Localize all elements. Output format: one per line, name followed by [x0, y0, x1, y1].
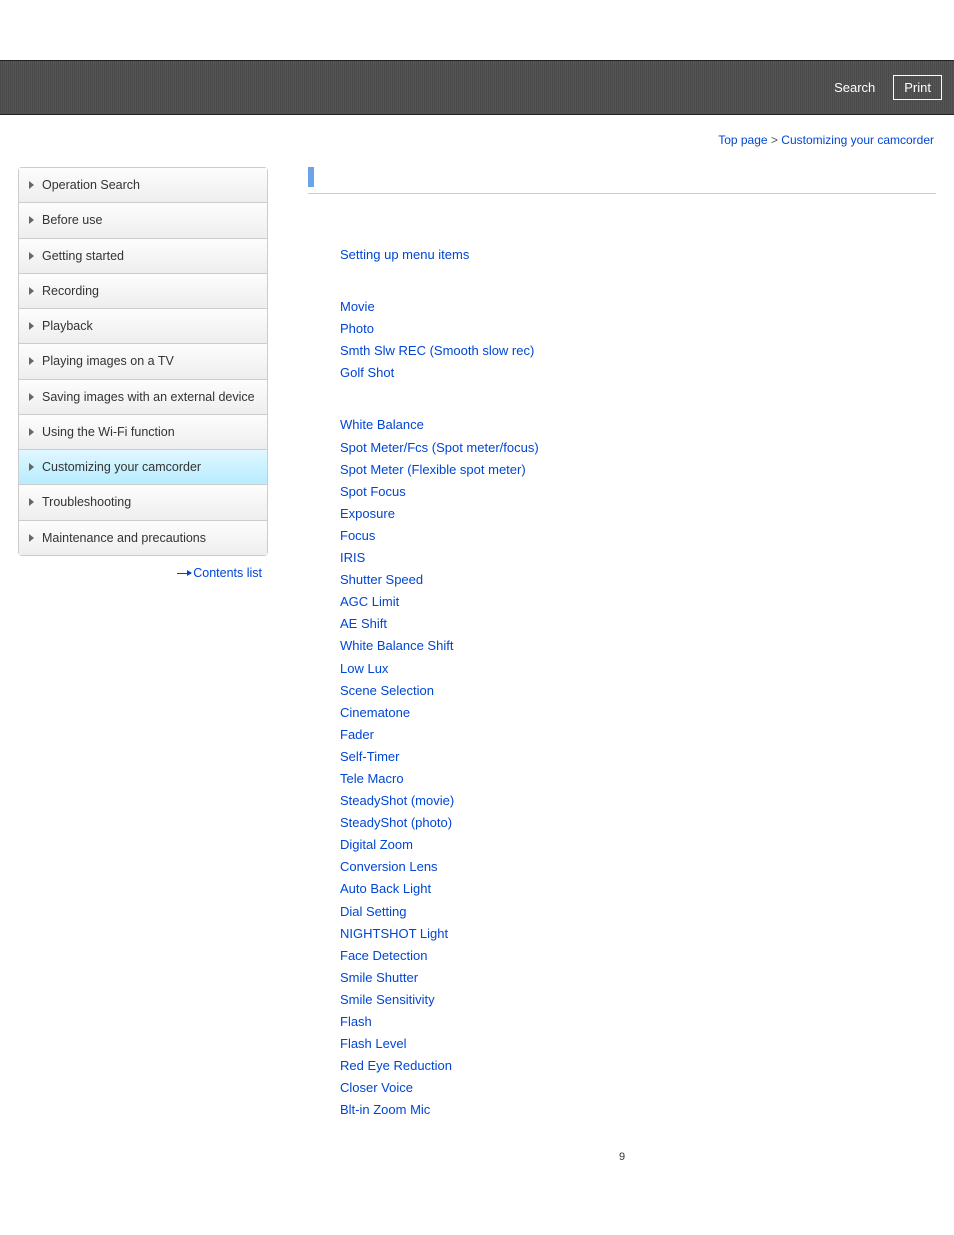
- group3-link-2[interactable]: Spot Meter (Flexible spot meter): [340, 459, 936, 481]
- group2-link-3[interactable]: Golf Shot: [340, 362, 936, 384]
- chevron-right-icon: [29, 534, 34, 542]
- sidebar-item-label: Operation Search: [42, 177, 140, 193]
- breadcrumb: Top page > Customizing your camcorder: [0, 115, 954, 167]
- chevron-right-icon: [29, 252, 34, 260]
- chevron-right-icon: [29, 216, 34, 224]
- group3-link-12[interactable]: Scene Selection: [340, 680, 936, 702]
- group3-link-30[interactable]: Closer Voice: [340, 1077, 936, 1099]
- search-button[interactable]: Search: [824, 76, 885, 99]
- sidebar-item-2[interactable]: Getting started: [19, 239, 267, 274]
- group3-link-13[interactable]: Cinematone: [340, 702, 936, 724]
- group3-link-31[interactable]: Blt-in Zoom Mic: [340, 1099, 936, 1121]
- sidebar-item-label: Getting started: [42, 248, 124, 264]
- sidebar-item-8[interactable]: Customizing your camcorder: [19, 450, 267, 485]
- chevron-right-icon: [29, 287, 34, 295]
- chevron-right-icon: [29, 463, 34, 471]
- group3-link-23[interactable]: NIGHTSHOT Light: [340, 923, 936, 945]
- group3-link-6[interactable]: IRIS: [340, 547, 936, 569]
- sidebar-item-label: Customizing your camcorder: [42, 459, 201, 475]
- group3-link-5[interactable]: Focus: [340, 525, 936, 547]
- link-group-3: White BalanceSpot Meter/Fcs (Spot meter/…: [340, 414, 936, 1121]
- group3-link-18[interactable]: SteadyShot (photo): [340, 812, 936, 834]
- group2-link-1[interactable]: Photo: [340, 318, 936, 340]
- page-number: 9: [308, 1151, 936, 1163]
- group3-link-1[interactable]: Spot Meter/Fcs (Spot meter/focus): [340, 437, 936, 459]
- group3-link-25[interactable]: Smile Shutter: [340, 967, 936, 989]
- chevron-right-icon: [29, 498, 34, 506]
- chevron-right-icon: [29, 428, 34, 436]
- sidebar-item-9[interactable]: Troubleshooting: [19, 485, 267, 520]
- group3-link-22[interactable]: Dial Setting: [340, 901, 936, 923]
- arrow-right-icon: [177, 573, 191, 574]
- sidebar-item-label: Using the Wi-Fi function: [42, 424, 175, 440]
- sidebar-item-3[interactable]: Recording: [19, 274, 267, 309]
- group3-link-15[interactable]: Self-Timer: [340, 746, 936, 768]
- group2-link-2[interactable]: Smth Slw REC (Smooth slow rec): [340, 340, 936, 362]
- group3-link-28[interactable]: Flash Level: [340, 1033, 936, 1055]
- chevron-right-icon: [29, 181, 34, 189]
- section-rule: [308, 193, 936, 194]
- group1-link-0[interactable]: Setting up menu items: [340, 244, 936, 266]
- sidebar-wrap: Operation Search Before use Getting starte…: [18, 167, 268, 1163]
- group3-link-24[interactable]: Face Detection: [340, 945, 936, 967]
- contents-list-row: Contents list: [18, 556, 268, 590]
- link-group-1: Setting up menu items: [340, 244, 936, 266]
- group3-link-3[interactable]: Spot Focus: [340, 481, 936, 503]
- sidebar-item-4[interactable]: Playback: [19, 309, 267, 344]
- main-content: Setting up menu items MoviePhotoSmth Slw…: [268, 167, 936, 1163]
- sidebar-item-6[interactable]: Saving images with an external device: [19, 380, 267, 415]
- section-heading-bar: [308, 167, 936, 187]
- sidebar-item-1[interactable]: Before use: [19, 203, 267, 238]
- group3-link-8[interactable]: AGC Limit: [340, 591, 936, 613]
- contents-list-link[interactable]: Contents list: [193, 566, 262, 580]
- sidebar-item-10[interactable]: Maintenance and precautions: [19, 521, 267, 555]
- group3-link-7[interactable]: Shutter Speed: [340, 569, 936, 591]
- print-button[interactable]: Print: [893, 75, 942, 100]
- group3-link-14[interactable]: Fader: [340, 724, 936, 746]
- group3-link-16[interactable]: Tele Macro: [340, 768, 936, 790]
- breadcrumb-current[interactable]: Customizing your camcorder: [781, 133, 934, 147]
- chevron-right-icon: [29, 357, 34, 365]
- group3-link-29[interactable]: Red Eye Reduction: [340, 1055, 936, 1077]
- sidebar: Operation Search Before use Getting starte…: [18, 167, 268, 556]
- group3-link-26[interactable]: Smile Sensitivity: [340, 989, 936, 1011]
- breadcrumb-top-page[interactable]: Top page: [718, 133, 767, 147]
- group3-link-19[interactable]: Digital Zoom: [340, 834, 936, 856]
- group3-link-4[interactable]: Exposure: [340, 503, 936, 525]
- sidebar-item-5[interactable]: Playing images on a TV: [19, 344, 267, 379]
- group3-link-20[interactable]: Conversion Lens: [340, 856, 936, 878]
- sidebar-item-0[interactable]: Operation Search: [19, 168, 267, 203]
- sidebar-item-7[interactable]: Using the Wi-Fi function: [19, 415, 267, 450]
- chevron-right-icon: [29, 393, 34, 401]
- sidebar-item-label: Troubleshooting: [42, 494, 131, 510]
- group3-link-21[interactable]: Auto Back Light: [340, 878, 936, 900]
- sidebar-item-label: Playback: [42, 318, 93, 334]
- sidebar-item-label: Before use: [42, 212, 102, 228]
- sidebar-item-label: Maintenance and precautions: [42, 530, 206, 546]
- group3-link-0[interactable]: White Balance: [340, 414, 936, 436]
- group3-link-10[interactable]: White Balance Shift: [340, 635, 936, 657]
- link-group-2: MoviePhotoSmth Slw REC (Smooth slow rec)…: [340, 296, 936, 384]
- header-bar: Search Print: [0, 60, 954, 115]
- group2-link-0[interactable]: Movie: [340, 296, 936, 318]
- breadcrumb-separator: >: [768, 133, 782, 147]
- group3-link-11[interactable]: Low Lux: [340, 658, 936, 680]
- sidebar-item-label: Recording: [42, 283, 99, 299]
- group3-link-9[interactable]: AE Shift: [340, 613, 936, 635]
- group3-link-17[interactable]: SteadyShot (movie): [340, 790, 936, 812]
- group3-link-27[interactable]: Flash: [340, 1011, 936, 1033]
- sidebar-item-label: Playing images on a TV: [42, 353, 174, 369]
- chevron-right-icon: [29, 322, 34, 330]
- sidebar-item-label: Saving images with an external device: [42, 389, 255, 405]
